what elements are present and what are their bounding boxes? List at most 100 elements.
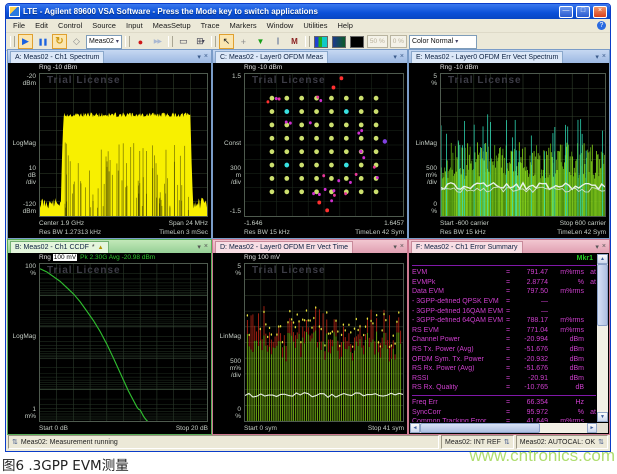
selection-tool-button[interactable]: ◇ [69,34,84,49]
menu-item-input[interactable]: Input [121,21,148,30]
graticule[interactable]: Trial License [244,263,404,422]
graticule[interactable]: Trial License [39,73,208,217]
pin-icon[interactable]: ▾ [197,243,201,251]
panel-c-header[interactable]: C: Meas02 - Layer0 OFDM Meas ▾× [213,50,407,63]
menu-item-help[interactable]: Help [332,21,357,30]
y-axis-format-label: LinMag [409,140,437,147]
close-icon[interactable]: × [204,53,208,60]
marker-m-button[interactable]: M [287,34,302,49]
table-row: Data EVM=797.50m%rms [412,287,596,297]
menu-item-trace[interactable]: Trace [196,21,225,30]
title-bar[interactable]: LTE - Agilent 89600 VSA Software - Press… [6,4,610,19]
playback-icon: ▶▶ [154,38,161,45]
panel-a-tab[interactable]: A: Meas02 - Ch1 Spectrum [10,51,104,63]
pause-button[interactable]: ❚❚ [35,34,50,49]
panel-d-tab[interactable]: D: Meas02 - Layer0 OFDM Err Vect Time [215,241,353,253]
close-icon[interactable]: × [602,53,606,60]
crosshair-tool-button[interactable]: + [236,34,251,49]
panel-c-plot: Rng -10 dBm 1.5 Const 300 m /div -1.5 Tr… [213,63,407,238]
panel-e-header[interactable]: E: Meas02 - Layer0 OFDM Err Vect Spectru… [409,50,609,63]
pin-icon[interactable]: ▾ [197,53,201,61]
table-separator [412,265,596,266]
menu-item-control[interactable]: Control [53,21,87,30]
color-mode-select[interactable]: Color Normal▾ [409,35,477,49]
marker-m-icon: M [291,37,298,46]
minimize-button[interactable]: — [559,6,573,18]
toolbar-grip [211,36,216,47]
chevron-down-icon: ▾ [455,38,458,45]
site-watermark: www.cntronics.com [470,446,615,466]
toolbar-grip [168,36,173,47]
graticule[interactable]: Trial License [440,73,606,217]
scrollbar-thumb[interactable] [597,264,608,326]
scroll-up-icon[interactable]: ▲ [597,254,608,264]
percent-field-2[interactable]: 0 % [390,35,407,48]
marker-down-button[interactable]: ▼ [253,34,268,49]
menu-item-edit[interactable]: Edit [30,21,53,30]
close-button[interactable]: × [593,6,607,18]
y-axis-top-label: -20 dBm [8,73,36,87]
spectrogram-icon [332,36,346,48]
horizontal-scrollbar[interactable]: ◄ ► [410,423,597,433]
close-icon[interactable]: × [400,53,404,60]
playback-button[interactable]: ▶▶ [150,34,165,49]
spectrogram-button-2[interactable] [349,34,365,49]
panel-e-tab[interactable]: E: Meas02 - Layer0 OFDM Err Vect Spectru… [411,51,563,63]
scroll-down-icon[interactable]: ▼ [597,412,608,422]
scrollbar-thumb[interactable] [420,423,540,433]
close-icon[interactable]: × [204,243,208,250]
record-icon: ● [138,37,143,47]
pin-icon[interactable]: ▾ [393,53,397,61]
menu-item-utilities[interactable]: Utilities [298,21,332,30]
panel-d-header[interactable]: D: Meas02 - Layer0 OFDM Err Vect Time ▾× [213,240,407,253]
scrollbar-corner [597,423,608,433]
single-layout-button[interactable]: ▭ [176,34,191,49]
menu-item-window[interactable]: Window [262,21,299,30]
menu-item-file[interactable]: File [8,21,30,30]
range-readout: Rng 100 mVPk 2.30G Avg -20.98 dBm [39,254,155,261]
status-measurement[interactable]: ⇅Meas02: Measurement running [8,435,439,449]
panel-b-tab[interactable]: B: Meas02 - Ch1 CCDF * ▲ [10,241,109,253]
graticule[interactable]: Trial License [39,263,208,422]
graticule[interactable]: Trial License [244,73,404,217]
pin-icon[interactable]: ▾ [393,243,397,251]
band-markers-icon: || [277,38,279,45]
vertical-scrollbar[interactable]: ▲ ▼ [597,254,608,422]
panel-a-header[interactable]: A: Meas02 - Ch1 Spectrum ▾× [8,50,211,63]
help-icon[interactable]: ? [597,21,606,30]
pin-icon[interactable]: ▾ [595,53,599,61]
scroll-right-icon[interactable]: ► [587,423,597,433]
panel-b-header[interactable]: B: Meas02 - Ch1 CCDF * ▲ ▾× [8,240,211,253]
pin-icon[interactable]: ▾ [595,243,599,251]
pointer-tool-button[interactable]: ↖ [219,34,234,49]
single-pane-icon: ▭ [179,36,188,47]
y-axis-top-label: 1.5 [213,73,241,80]
close-icon[interactable]: × [602,243,606,250]
percent-field-1[interactable]: 50 % [367,35,388,48]
record-button[interactable]: ● [133,34,148,49]
scroll-left-icon[interactable]: ◄ [410,423,420,433]
panel-c-tab[interactable]: C: Meas02 - Layer0 OFDM Meas [215,51,328,63]
restart-button[interactable]: ↻ [52,34,67,49]
menu-item-markers[interactable]: Markers [225,21,262,30]
band-markers-button[interactable]: || [270,34,285,49]
colorbar-button[interactable] [313,34,329,49]
play-button[interactable]: ▶ [18,34,33,49]
menu-item-source[interactable]: Source [87,21,121,30]
y-axis-scale-label: 500 m% /div [213,358,241,379]
close-icon[interactable]: × [400,243,404,250]
measurement-select[interactable]: Meas02▾ [86,35,122,49]
maximize-button[interactable]: □ [576,6,590,18]
table-row: - 3GPP-defined 64QAM EVM=788.17m%rms [412,316,596,326]
x-axis-labels: Start 0 symStop 41 sym [244,424,404,433]
panel-grid: A: Meas02 - Ch1 Spectrum ▾× Rng -10 dBm … [7,49,610,435]
y-axis-format-label: LogMag [8,333,36,340]
menu-item-meassetup[interactable]: MeasSetup [148,21,196,30]
spectrogram-button-1[interactable] [331,34,347,49]
grid-layout-button[interactable]: ⊞▾ [193,34,208,49]
crosshair-icon: + [241,37,246,47]
x-axis-labels: Start -600 carrierStop 600 carrier Res B… [440,219,606,237]
panel-f-header[interactable]: F: Meas02 - Ch1 Error Summary ▾× [409,240,609,253]
y-axis-top-label: 5 % [409,73,437,87]
panel-f-tab[interactable]: F: Meas02 - Ch1 Error Summary [411,241,523,253]
